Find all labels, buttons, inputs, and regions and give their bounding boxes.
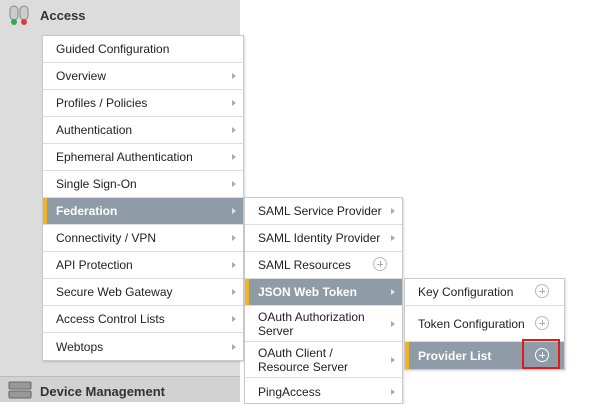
menu-item-label: JSON Web Token <box>258 285 357 299</box>
menu-item-saml-identity-provider[interactable]: SAML Identity Provider <box>245 225 402 252</box>
access-section-header[interactable]: Access <box>0 0 240 32</box>
menu-item-label: OAuth Authorization Server <box>258 309 365 338</box>
menu-item-label: Access Control Lists <box>56 312 165 326</box>
menu-item-label: Provider List <box>418 348 492 363</box>
menu-item-label: Secure Web Gateway <box>56 285 173 299</box>
menu-item-label: Webtops <box>56 339 104 354</box>
add-circle-icon[interactable] <box>373 257 387 271</box>
highlight-box <box>522 338 560 369</box>
menu-item-label: SAML Service Provider <box>258 204 382 218</box>
menu-item-label: PingAccess <box>258 384 321 399</box>
menu-item-oauth-authorization-server[interactable]: OAuth Authorization Server <box>245 306 402 342</box>
menu-item-label: Single Sign-On <box>56 177 137 191</box>
server-icon <box>8 381 32 399</box>
device-management-section-header[interactable]: Device Management <box>0 376 240 402</box>
chevron-right-icon <box>232 235 236 241</box>
menu-item-label: Ephemeral Authentication <box>56 150 193 164</box>
menu-item-token-configuration[interactable]: Token Configuration <box>405 306 564 342</box>
menu-item-access-control-lists[interactable]: Access Control Lists <box>43 306 243 333</box>
menu-item-oauth-client-resource-server[interactable]: OAuth Client / Resource Server <box>245 342 402 378</box>
menu-item-label: OAuth Client / Resource Server <box>258 345 349 374</box>
federation-submenu: SAML Service Provider SAML Identity Provi… <box>244 197 403 404</box>
chevron-right-icon <box>232 154 236 160</box>
chevron-right-icon <box>232 316 236 322</box>
chevron-right-icon <box>232 289 236 295</box>
chevron-right-icon <box>232 343 236 350</box>
chevron-right-icon <box>232 181 236 187</box>
menu-item-label: Token Configuration <box>418 316 525 331</box>
chevron-right-icon <box>232 208 236 214</box>
menu-item-authentication[interactable]: Authentication <box>43 117 243 144</box>
access-submenu: Guided Configuration Overview Profiles / P… <box>42 35 244 361</box>
menu-item-label: API Protection <box>56 258 133 272</box>
menu-item-overview[interactable]: Overview <box>43 63 243 90</box>
chevron-right-icon <box>391 289 395 295</box>
menu-item-label: Profiles / Policies <box>56 96 148 110</box>
menu-item-saml-service-provider[interactable]: SAML Service Provider <box>245 198 402 225</box>
menu-item-key-configuration[interactable]: Key Configuration <box>405 279 564 306</box>
chevron-right-icon <box>232 262 236 268</box>
device-management-title: Device Management <box>40 384 165 399</box>
chevron-right-icon <box>391 356 395 363</box>
add-circle-icon[interactable] <box>535 315 549 330</box>
menu-item-label: Overview <box>56 69 107 83</box>
chevron-right-icon <box>391 320 395 327</box>
menu-item-webtops[interactable]: Webtops <box>43 333 243 360</box>
menu-item-label: Authentication <box>56 123 133 137</box>
menu-item-connectivity-vpn[interactable]: Connectivity / VPN <box>43 225 243 252</box>
menu-item-api-protection[interactable]: API Protection <box>43 252 243 279</box>
menu-item-profiles-policies[interactable]: Profiles / Policies <box>43 90 243 117</box>
menu-item-json-web-token[interactable]: JSON Web Token <box>245 279 402 306</box>
menu-item-single-sign-on[interactable]: Single Sign-On <box>43 171 243 198</box>
menu-item-ephemeral-authentication[interactable]: Ephemeral Authentication <box>43 144 243 171</box>
menu-item-federation[interactable]: Federation <box>43 198 243 225</box>
menu-item-label: Federation <box>56 204 118 218</box>
access-icon <box>9 5 29 25</box>
menu-item-saml-resources[interactable]: SAML Resources <box>245 252 402 279</box>
menu-item-guided-configuration[interactable]: Guided Configuration <box>43 36 243 63</box>
json-web-token-submenu: Key Configuration Token Configuration Prov… <box>404 278 565 370</box>
menu-item-label: Connectivity / VPN <box>56 231 157 245</box>
chevron-right-icon <box>232 100 236 106</box>
menu-item-label: SAML Identity Provider <box>258 231 381 245</box>
menu-item-provider-list[interactable]: Provider List <box>405 338 564 369</box>
menu-item-label: SAML Resources <box>258 258 351 272</box>
chevron-right-icon <box>391 235 395 241</box>
menu-item-label: Key Configuration <box>418 285 514 299</box>
menu-item-label: Guided Configuration <box>56 42 170 56</box>
chevron-right-icon <box>391 208 395 214</box>
chevron-right-icon <box>232 127 236 133</box>
access-title: Access <box>40 8 86 23</box>
menu-item-pingaccess[interactable]: PingAccess <box>245 378 402 403</box>
chevron-right-icon <box>232 73 236 79</box>
menu-item-secure-web-gateway[interactable]: Secure Web Gateway <box>43 279 243 306</box>
chevron-right-icon <box>391 388 395 395</box>
add-circle-icon[interactable] <box>535 284 549 298</box>
